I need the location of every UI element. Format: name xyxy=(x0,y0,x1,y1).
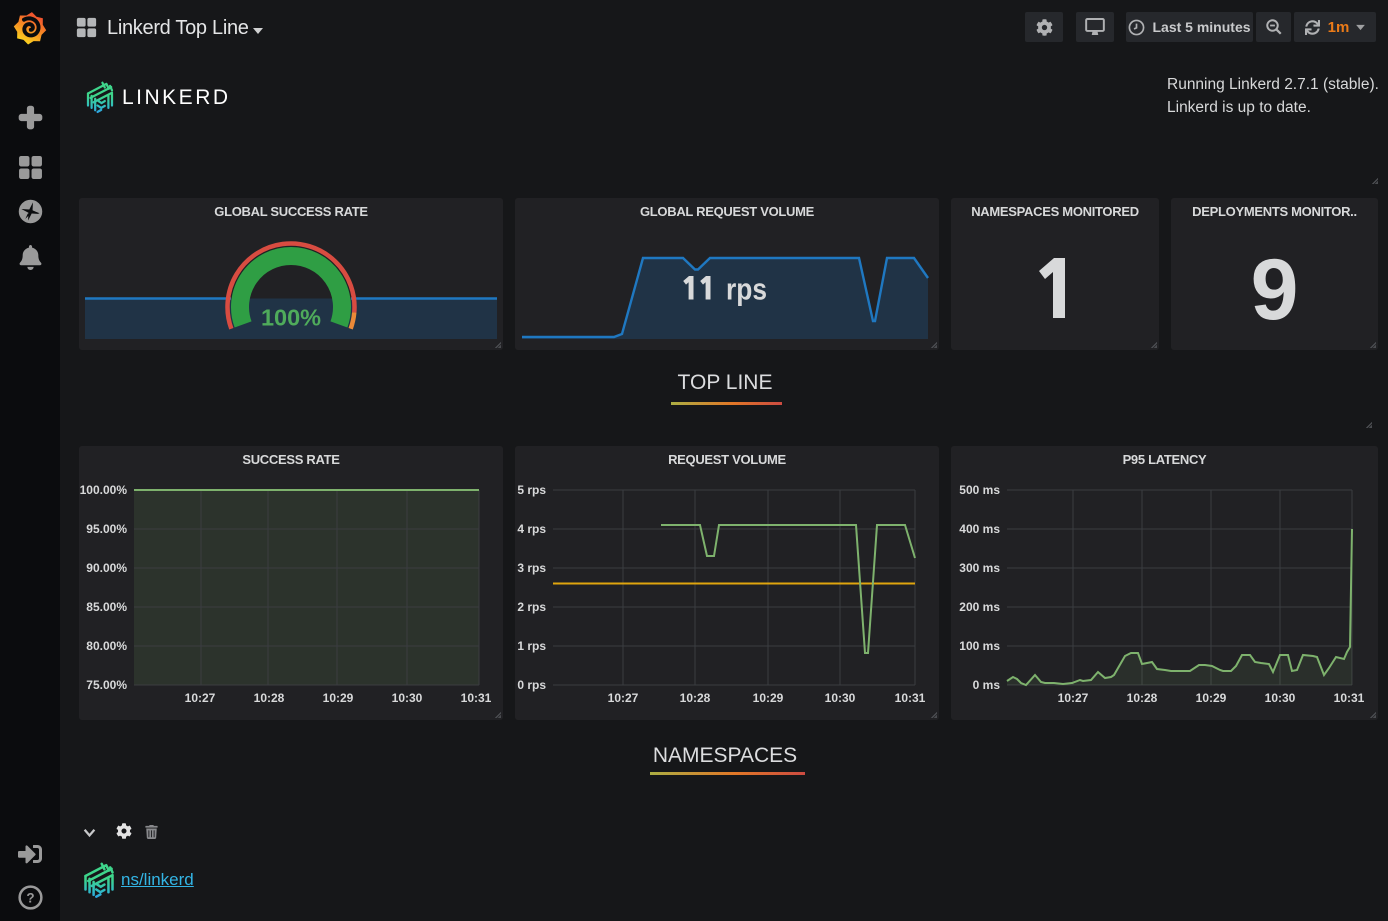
svg-text:10:29: 10:29 xyxy=(753,691,784,705)
svg-text:200 ms: 200 ms xyxy=(959,600,1000,614)
svg-text:10:27: 10:27 xyxy=(608,691,639,705)
svg-text:100 ms: 100 ms xyxy=(959,639,1000,653)
svg-text:0 rps: 0 rps xyxy=(517,678,546,692)
svg-text:10:31: 10:31 xyxy=(895,691,926,705)
svg-text:10:30: 10:30 xyxy=(1265,691,1296,705)
svg-text:500 ms: 500 ms xyxy=(959,483,1000,497)
svg-text:300 ms: 300 ms xyxy=(959,561,1000,575)
svg-text:10:28: 10:28 xyxy=(680,691,711,705)
svg-text:10:29: 10:29 xyxy=(323,691,354,705)
svg-text:100%: 100% xyxy=(261,305,321,331)
svg-text:10:27: 10:27 xyxy=(1058,691,1089,705)
svg-text:2 rps: 2 rps xyxy=(517,600,546,614)
svg-text:95.00%: 95.00% xyxy=(86,522,127,536)
svg-text:100.00%: 100.00% xyxy=(80,483,128,497)
svg-text:75.00%: 75.00% xyxy=(86,678,127,692)
svg-text:10:27: 10:27 xyxy=(185,691,216,705)
svg-text:85.00%: 85.00% xyxy=(86,600,127,614)
svg-text:10:30: 10:30 xyxy=(825,691,856,705)
svg-text:10:29: 10:29 xyxy=(1196,691,1227,705)
svg-text:1 rps: 1 rps xyxy=(517,639,546,653)
svg-text:5 rps: 5 rps xyxy=(517,483,546,497)
svg-text:10:31: 10:31 xyxy=(461,691,492,705)
svg-text:10:30: 10:30 xyxy=(392,691,423,705)
svg-text:400 ms: 400 ms xyxy=(959,522,1000,536)
svg-text:4 rps: 4 rps xyxy=(517,522,546,536)
svg-text:10:28: 10:28 xyxy=(1127,691,1158,705)
svg-text:80.00%: 80.00% xyxy=(86,639,127,653)
svg-text:?: ? xyxy=(26,890,34,905)
svg-text:rps: rps xyxy=(726,272,767,307)
svg-text:0 ms: 0 ms xyxy=(973,678,1001,692)
svg-text:3 rps: 3 rps xyxy=(517,561,546,575)
svg-text:90.00%: 90.00% xyxy=(86,561,127,575)
svg-text:10:28: 10:28 xyxy=(254,691,285,705)
svg-text:10:31: 10:31 xyxy=(1334,691,1365,705)
